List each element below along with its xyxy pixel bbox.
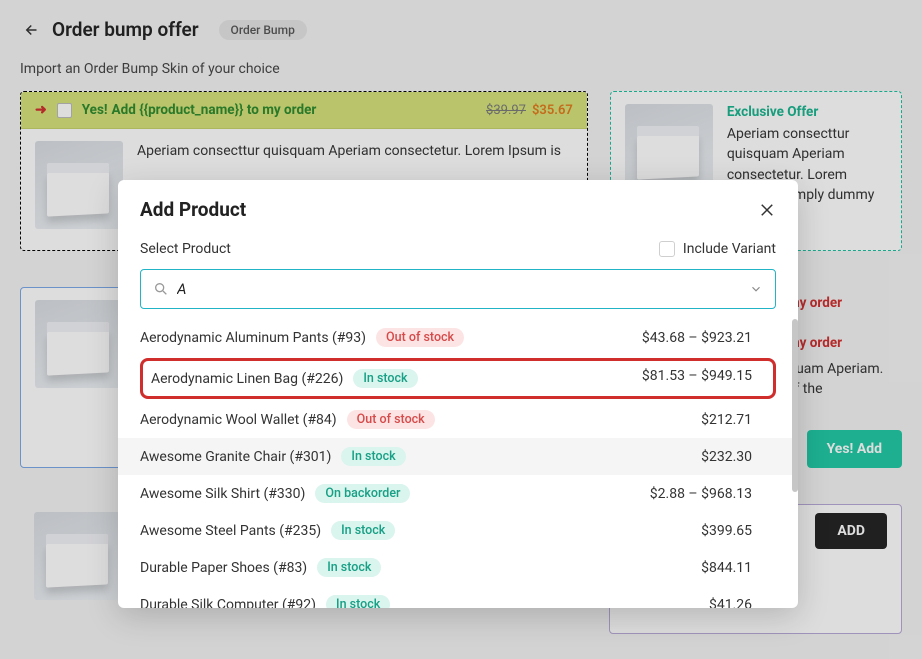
stock-badge: In stock bbox=[317, 558, 381, 577]
select-product-label: Select Product bbox=[140, 241, 659, 257]
stock-badge: In stock bbox=[353, 369, 417, 388]
product-price: $212.71 bbox=[701, 412, 776, 428]
search-icon bbox=[153, 281, 169, 297]
stock-badge: On backorder bbox=[315, 484, 410, 503]
product-price: $81.53 – $949.15 bbox=[642, 368, 752, 384]
product-name: Durable Paper Shoes (#83) bbox=[140, 560, 307, 576]
product-name: Durable Silk Computer (#92) bbox=[140, 597, 316, 609]
product-price: $232.30 bbox=[701, 449, 776, 465]
list-item[interactable]: Awesome Steel Pants (#235) In stock $399.6… bbox=[118, 512, 798, 549]
product-name: Aerodynamic Linen Bag (#226) bbox=[151, 371, 343, 387]
stock-badge: Out of stock bbox=[376, 328, 464, 347]
product-list: Aerodynamic Aluminum Pants (#93) Out of s… bbox=[118, 319, 798, 608]
product-price: $41.26 bbox=[709, 597, 776, 609]
search-input[interactable] bbox=[177, 280, 741, 298]
product-price: $844.11 bbox=[701, 560, 776, 576]
stock-badge: Out of stock bbox=[347, 410, 435, 429]
stock-badge: In stock bbox=[341, 447, 405, 466]
scrollbar[interactable] bbox=[792, 319, 798, 608]
product-search[interactable] bbox=[140, 269, 776, 309]
product-name: Awesome Silk Shirt (#330) bbox=[140, 486, 305, 502]
include-variant-label: Include Variant bbox=[683, 241, 776, 257]
list-item[interactable]: Durable Silk Computer (#92) In stock $41.2… bbox=[118, 586, 798, 608]
add-product-modal: Add Product Select Product Include Varia… bbox=[118, 180, 798, 608]
stock-badge: In stock bbox=[326, 595, 390, 608]
chevron-down-icon[interactable] bbox=[749, 282, 763, 296]
list-item[interactable]: Aerodynamic Aluminum Pants (#93) Out of s… bbox=[118, 319, 798, 356]
stock-badge: In stock bbox=[331, 521, 395, 540]
product-name: Aerodynamic Aluminum Pants (#93) bbox=[140, 330, 366, 346]
modal-title: Add Product bbox=[140, 198, 758, 221]
product-name: Awesome Granite Chair (#301) bbox=[140, 449, 331, 465]
list-item[interactable]: Awesome Granite Chair (#301) In stock $232… bbox=[118, 438, 798, 475]
product-price: $399.65 bbox=[701, 523, 776, 539]
product-price: $43.68 – $923.21 bbox=[642, 330, 776, 346]
list-item[interactable]: Awesome Silk Shirt (#330) On backorder $2.… bbox=[118, 475, 798, 512]
list-item[interactable]: Durable Paper Shoes (#83) In stock $844.11 bbox=[118, 549, 798, 586]
product-name: Awesome Steel Pants (#235) bbox=[140, 523, 321, 539]
close-icon[interactable] bbox=[758, 201, 776, 219]
product-price: $2.88 – $968.13 bbox=[650, 486, 776, 502]
include-variant-checkbox[interactable] bbox=[659, 241, 675, 257]
product-name: Aerodynamic Wool Wallet (#84) bbox=[140, 412, 337, 428]
list-item[interactable]: Aerodynamic Wool Wallet (#84) Out of stoc… bbox=[118, 401, 798, 438]
